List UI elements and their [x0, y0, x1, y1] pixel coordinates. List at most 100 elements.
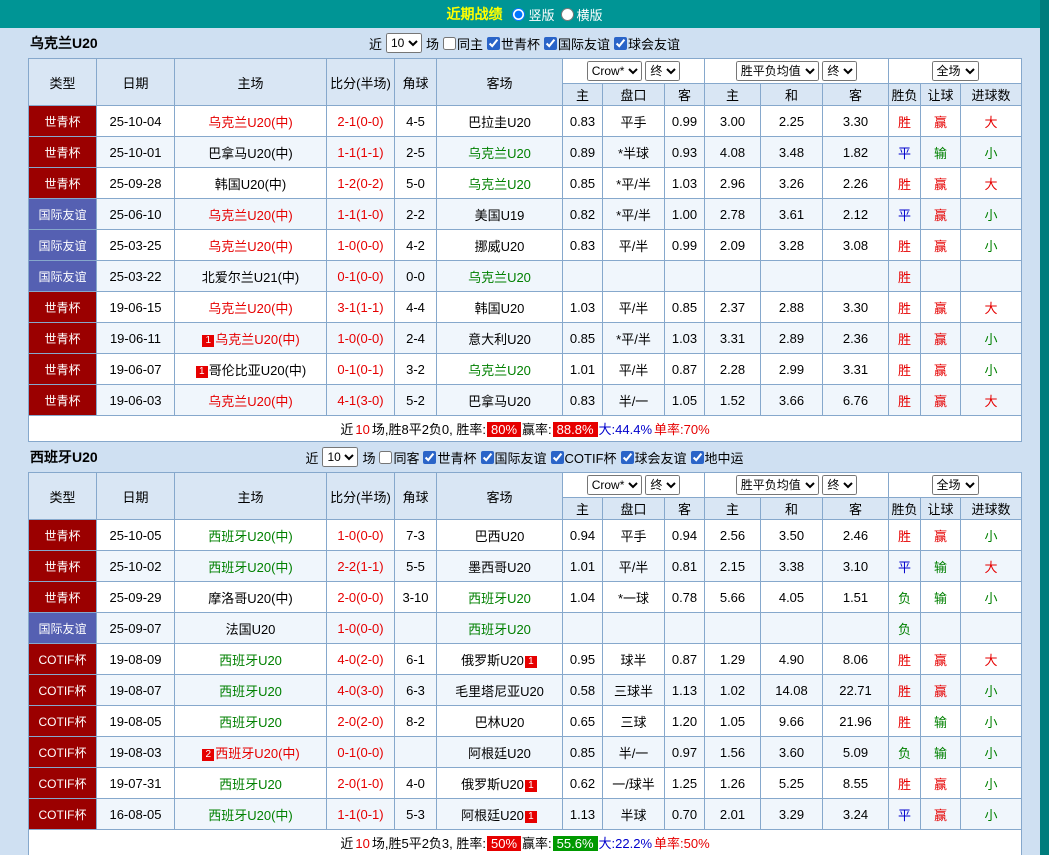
score-cell[interactable]: 1-0(0-0) [327, 613, 395, 644]
score-cell[interactable]: 2-0(0-0) [327, 582, 395, 613]
home-team-cell[interactable]: 韩国U20(中) [175, 168, 327, 199]
home-team-cell[interactable]: 乌克兰U20(中) [175, 106, 327, 137]
filter-mediterranean-games[interactable]: 地中运 [691, 448, 744, 467]
world-youth-cup-checkbox[interactable] [487, 37, 500, 50]
score-cell[interactable]: 2-2(1-1) [327, 551, 395, 582]
club-friendly-checkbox[interactable] [614, 37, 627, 50]
scope-select[interactable]: 全场 [932, 61, 979, 81]
home-team-cell[interactable]: 西班牙U20 [175, 768, 327, 799]
score-cell[interactable]: 4-0(2-0) [327, 644, 395, 675]
club-friendly-checkbox[interactable] [621, 451, 634, 464]
score-cell[interactable]: 3-1(1-1) [327, 292, 395, 323]
score-cell[interactable]: 0-1(0-0) [327, 261, 395, 292]
home-team-cell[interactable]: 西班牙U20 [175, 706, 327, 737]
away-team-cell[interactable]: 乌克兰U20 [437, 168, 563, 199]
score-cell[interactable]: 1-1(0-1) [327, 799, 395, 830]
filter-club-friendly[interactable]: 球会友谊 [614, 34, 680, 53]
home-team-cell[interactable]: 乌克兰U20(中) [175, 292, 327, 323]
mediterranean-games-checkbox[interactable] [691, 451, 704, 464]
score-cell[interactable]: 2-0(1-0) [327, 768, 395, 799]
score-cell[interactable]: 4-0(3-0) [327, 675, 395, 706]
scope-select[interactable]: 全场 [932, 475, 979, 495]
away-team-cell[interactable]: 毛里塔尼亚U20 [437, 675, 563, 706]
away-team-cell[interactable]: 美国U19 [437, 199, 563, 230]
score-cell[interactable]: 1-0(0-0) [327, 520, 395, 551]
away-team-cell[interactable]: 挪威U20 [437, 230, 563, 261]
same-home-checkbox[interactable] [443, 37, 456, 50]
away-team-cell[interactable]: 乌克兰U20 [437, 137, 563, 168]
away-team-cell[interactable]: 俄罗斯U201 [437, 644, 563, 675]
odds-stage-select[interactable]: 终 [645, 61, 680, 81]
score-cell[interactable]: 2-1(0-0) [327, 106, 395, 137]
intl-friendly-checkbox[interactable] [544, 37, 557, 50]
home-team-cell[interactable]: 乌克兰U20(中) [175, 230, 327, 261]
home-team-cell[interactable]: 西班牙U20 [175, 644, 327, 675]
same-away-checkbox[interactable] [379, 451, 392, 464]
filter-cotif-cup[interactable]: COTIF杯 [551, 448, 617, 467]
filter-intl-friendly[interactable]: 国际友谊 [544, 34, 610, 53]
filter-world-youth-cup[interactable]: 世青杯 [487, 34, 540, 53]
away-team-cell[interactable]: 巴林U20 [437, 706, 563, 737]
home-team-cell[interactable]: 1乌克兰U20(中) [175, 323, 327, 354]
home-team-cell[interactable]: 西班牙U20(中) [175, 799, 327, 830]
wdl-stage-select[interactable]: 终 [822, 475, 857, 495]
score-cell[interactable]: 1-1(1-1) [327, 137, 395, 168]
avg-home-cell: 2.96 [705, 168, 761, 199]
score-cell[interactable]: 0-1(0-0) [327, 737, 395, 768]
score-cell[interactable]: 1-0(0-0) [327, 323, 395, 354]
filter-world-youth-cup[interactable]: 世青杯 [423, 448, 476, 467]
filter-club-friendly[interactable]: 球会友谊 [621, 448, 687, 467]
away-team-cell[interactable]: 巴拿马U20 [437, 385, 563, 416]
cotif-cup-checkbox[interactable] [551, 451, 564, 464]
away-team-cell[interactable]: 西班牙U20 [437, 613, 563, 644]
away-team-cell[interactable]: 阿根廷U20 [437, 737, 563, 768]
score-cell[interactable]: 1-2(0-2) [327, 168, 395, 199]
home-team-cell[interactable]: 法国U20 [175, 613, 327, 644]
home-team-cell[interactable]: 西班牙U20 [175, 675, 327, 706]
away-team-cell[interactable]: 乌克兰U20 [437, 354, 563, 385]
away-team-cell[interactable]: 乌克兰U20 [437, 261, 563, 292]
layout-landscape-option[interactable]: 横版 [561, 5, 603, 24]
home-team-cell[interactable]: 摩洛哥U20(中) [175, 582, 327, 613]
score-cell[interactable]: 0-1(0-1) [327, 354, 395, 385]
home-team-cell[interactable]: 乌克兰U20(中) [175, 385, 327, 416]
portrait-radio[interactable] [512, 8, 525, 21]
home-team-cell[interactable]: 乌克兰U20(中) [175, 199, 327, 230]
wdl-average-select[interactable]: 胜平负均值 [736, 475, 819, 495]
home-team-cell[interactable]: 1哥伦比亚U20(中) [175, 354, 327, 385]
filter-same-away[interactable]: 同客 [379, 448, 419, 467]
intl-friendly-checkbox[interactable] [481, 451, 494, 464]
match-row: 世青杯19-06-071哥伦比亚U20(中)0-1(0-1)3-2乌克兰U201… [29, 354, 1022, 385]
match-count-select[interactable]: 10 [386, 33, 422, 53]
result-cell: 平 [889, 199, 921, 230]
odds-stage-select[interactable]: 终 [645, 475, 680, 495]
away-team-cell[interactable]: 阿根廷U201 [437, 799, 563, 830]
home-team-cell[interactable]: 2西班牙U20(中) [175, 737, 327, 768]
filter-intl-friendly[interactable]: 国际友谊 [481, 448, 547, 467]
odds-company-select[interactable]: Crow* [587, 61, 642, 81]
wdl-average-select[interactable]: 胜平负均值 [736, 61, 819, 81]
filter-same-home[interactable]: 同主 [443, 34, 483, 53]
away-team-cell[interactable]: 意大利U20 [437, 323, 563, 354]
home-team-cell[interactable]: 巴拿马U20(中) [175, 137, 327, 168]
score-cell[interactable]: 4-1(3-0) [327, 385, 395, 416]
away-team-cell[interactable]: 韩国U20 [437, 292, 563, 323]
away-team-cell[interactable]: 墨西哥U20 [437, 551, 563, 582]
away-team-cell[interactable]: 俄罗斯U201 [437, 768, 563, 799]
score-cell[interactable]: 1-0(0-0) [327, 230, 395, 261]
odds-company-select[interactable]: Crow* [587, 475, 642, 495]
home-team-cell[interactable]: 北爱尔兰U21(中) [175, 261, 327, 292]
home-team-cell[interactable]: 西班牙U20(中) [175, 551, 327, 582]
layout-portrait-option[interactable]: 竖版 [512, 5, 554, 24]
score-cell[interactable]: 1-1(1-0) [327, 199, 395, 230]
home-team-cell[interactable]: 西班牙U20(中) [175, 520, 327, 551]
away-team-cell[interactable]: 巴拉圭U20 [437, 106, 563, 137]
team-title: 乌克兰U20 [30, 33, 98, 53]
landscape-radio[interactable] [561, 8, 574, 21]
match-count-select[interactable]: 10 [322, 447, 358, 467]
wdl-stage-select[interactable]: 终 [822, 61, 857, 81]
away-team-cell[interactable]: 西班牙U20 [437, 582, 563, 613]
away-team-cell[interactable]: 巴西U20 [437, 520, 563, 551]
world-youth-cup-checkbox[interactable] [423, 451, 436, 464]
score-cell[interactable]: 2-0(2-0) [327, 706, 395, 737]
